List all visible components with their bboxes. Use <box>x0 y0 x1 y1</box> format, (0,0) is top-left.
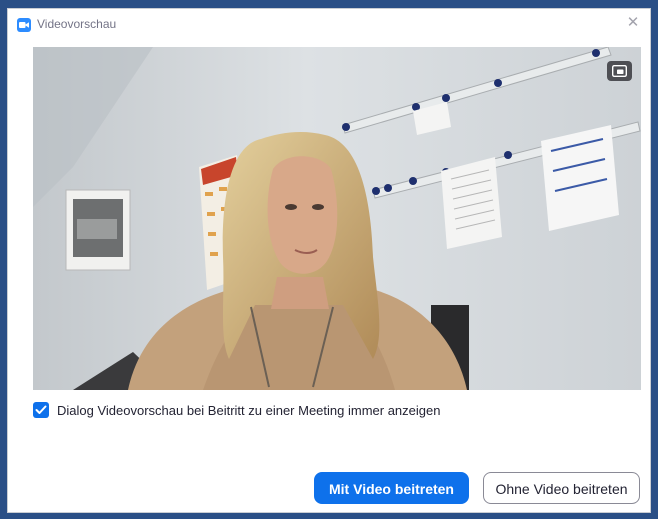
video-preview-dialog: Videovorschau ✕ Dialog Videovorschau bei… <box>7 8 651 513</box>
camera-feed-image <box>33 47 641 390</box>
join-with-video-button[interactable]: Mit Video beitreten <box>314 472 469 504</box>
title-bar: Videovorschau ✕ <box>8 9 650 39</box>
always-show-preview-checkbox[interactable] <box>33 402 49 418</box>
always-show-preview-label: Dialog Videovorschau bei Beitritt zu ein… <box>57 403 441 418</box>
picture-in-picture-icon[interactable] <box>607 61 632 81</box>
window-title: Videovorschau <box>37 17 117 31</box>
video-camera-icon <box>17 18 31 32</box>
join-without-video-button[interactable]: Ohne Video beitreten <box>483 472 640 504</box>
camera-preview <box>33 47 641 390</box>
close-icon[interactable]: ✕ <box>624 14 642 32</box>
